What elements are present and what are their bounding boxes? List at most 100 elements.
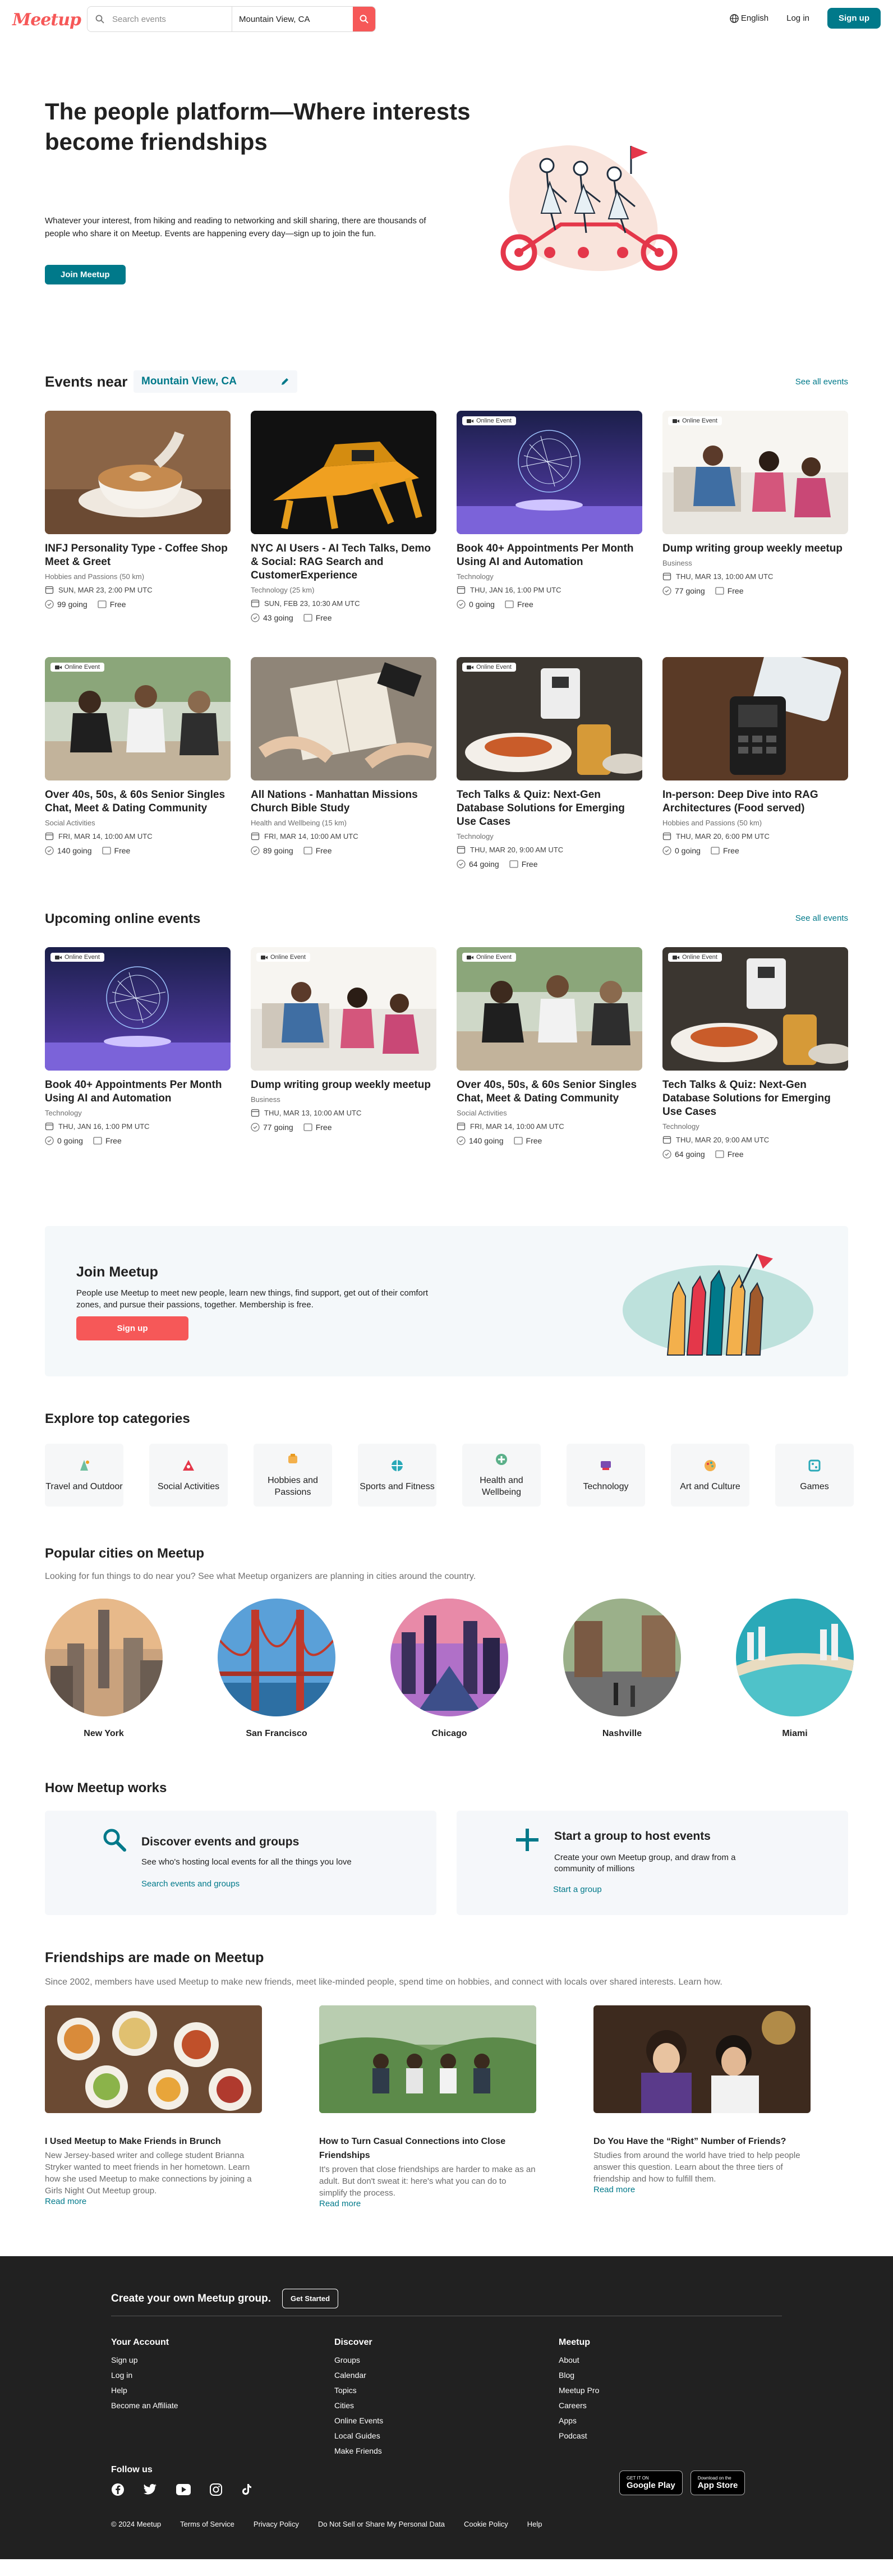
event-card[interactable]: In-person: Deep Dive into RAG Architectu…: [662, 657, 848, 869]
event-image[interactable]: Online Event: [457, 411, 642, 534]
event-image[interactable]: Online Event: [662, 411, 848, 534]
category-tile[interactable]: Sports and Fitness: [358, 1444, 436, 1507]
footer-bottom-link[interactable]: Help: [527, 2520, 542, 2528]
search-button[interactable]: [353, 7, 375, 31]
city-name[interactable]: Nashville: [563, 1729, 681, 1739]
city-card[interactable]: New York: [45, 1599, 163, 1739]
article-image[interactable]: [319, 2005, 536, 2113]
search-events-link[interactable]: Search events and groups: [141, 1879, 240, 1889]
city-name[interactable]: Miami: [736, 1729, 854, 1739]
footer-link[interactable]: Meetup Pro: [559, 2383, 599, 2398]
google-play-badge[interactable]: GET IT ON Google Play: [619, 2471, 683, 2495]
event-title[interactable]: Dump writing group weekly meetup: [251, 1078, 436, 1092]
category-tile[interactable]: Travel and Outdoor: [45, 1444, 123, 1507]
footer-bottom-link[interactable]: Cookie Policy: [464, 2520, 508, 2528]
see-all-events-link[interactable]: See all events: [795, 377, 848, 387]
footer-link[interactable]: About: [559, 2353, 599, 2368]
join-meetup-button[interactable]: Join Meetup: [45, 265, 126, 284]
city-image[interactable]: [218, 1599, 335, 1716]
footer-link[interactable]: Online Events: [334, 2413, 383, 2428]
city-image[interactable]: [563, 1599, 681, 1716]
event-title[interactable]: NYC AI Users - AI Tech Talks, Demo & Soc…: [251, 542, 436, 582]
event-card[interactable]: Online Event Dump writing group weekly me…: [251, 947, 436, 1159]
read-more-link[interactable]: Read more: [593, 2185, 635, 2194]
footer-link[interactable]: Local Guides: [334, 2428, 383, 2444]
language-selector[interactable]: English: [730, 13, 768, 23]
footer-link[interactable]: Log in: [111, 2368, 178, 2383]
event-image[interactable]: Online Event: [251, 947, 436, 1071]
event-title[interactable]: Over 40s, 50s, & 60s Senior Singles Chat…: [45, 788, 231, 815]
start-group-card[interactable]: Start a group to host events Create your…: [457, 1811, 848, 1915]
event-title[interactable]: Dump writing group weekly meetup: [662, 542, 848, 555]
article-image[interactable]: [593, 2005, 811, 2113]
event-image[interactable]: Online Event: [45, 657, 231, 780]
event-card[interactable]: Online Event Tech Talks & Quiz: Next-Gen …: [457, 657, 642, 869]
article-image[interactable]: [45, 2005, 262, 2113]
event-card[interactable]: Online Event Tech Talks & Quiz: Next-Gen …: [662, 947, 848, 1159]
event-image[interactable]: [45, 411, 231, 534]
footer-link[interactable]: Help: [111, 2383, 178, 2398]
category-tile[interactable]: Health and Wellbeing: [462, 1444, 541, 1507]
category-tile[interactable]: Art and Culture: [671, 1444, 749, 1507]
footer-bottom-link[interactable]: Do Not Sell or Share My Personal Data: [318, 2520, 445, 2528]
instagram-icon[interactable]: [210, 2483, 222, 2496]
category-tile[interactable]: Hobbies and Passions: [254, 1444, 332, 1507]
footer-link[interactable]: Topics: [334, 2383, 383, 2398]
footer-link[interactable]: Make Friends: [334, 2444, 383, 2459]
event-title[interactable]: Over 40s, 50s, & 60s Senior Singles Chat…: [457, 1078, 642, 1105]
facebook-icon[interactable]: [111, 2483, 125, 2496]
event-card[interactable]: NYC AI Users - AI Tech Talks, Demo & Soc…: [251, 411, 436, 622]
city-image[interactable]: [45, 1599, 163, 1716]
footer-link[interactable]: Sign up: [111, 2353, 178, 2368]
footer-bottom-link[interactable]: Terms of Service: [180, 2520, 234, 2528]
footer-link[interactable]: Podcast: [559, 2428, 599, 2444]
start-group-link[interactable]: Start a group: [553, 1885, 602, 1894]
event-image[interactable]: Online Event: [45, 947, 231, 1071]
footer-link[interactable]: Groups: [334, 2353, 383, 2368]
footer-link[interactable]: Cities: [334, 2398, 383, 2413]
get-started-button[interactable]: Get Started: [282, 2289, 339, 2308]
read-more-link[interactable]: Read more: [45, 2197, 86, 2206]
discover-card[interactable]: Discover events and groups See who's hos…: [45, 1811, 436, 1915]
event-image[interactable]: [662, 657, 848, 780]
event-title[interactable]: Book 40+ Appointments Per Month Using AI…: [45, 1078, 231, 1105]
event-card[interactable]: Online Event Over 40s, 50s, & 60s Senior …: [457, 947, 642, 1159]
event-image[interactable]: [251, 657, 436, 780]
tiktok-icon[interactable]: [241, 2483, 252, 2496]
event-image[interactable]: Online Event: [457, 657, 642, 780]
event-card[interactable]: All Nations - Manhattan Missions Church …: [251, 657, 436, 869]
event-title[interactable]: Tech Talks & Quiz: Next-Gen Database Sol…: [662, 1078, 848, 1119]
footer-link[interactable]: Apps: [559, 2413, 599, 2428]
meetup-logo[interactable]: Meetup: [12, 10, 81, 30]
footer-link[interactable]: Careers: [559, 2398, 599, 2413]
city-name[interactable]: Chicago: [390, 1729, 508, 1739]
search-input[interactable]: Search events: [88, 7, 232, 31]
footer-bottom-link[interactable]: Privacy Policy: [254, 2520, 299, 2528]
event-card[interactable]: Online Event Book 40+ Appointments Per Mo…: [457, 411, 642, 622]
city-image[interactable]: [736, 1599, 854, 1716]
event-image[interactable]: Online Event: [662, 947, 848, 1071]
location-chip[interactable]: Mountain View, CA: [134, 370, 297, 393]
city-image[interactable]: [390, 1599, 508, 1716]
footer-link[interactable]: Become an Affiliate: [111, 2398, 178, 2413]
city-name[interactable]: New York: [45, 1729, 163, 1739]
city-card[interactable]: San Francisco: [218, 1599, 335, 1739]
event-image[interactable]: [251, 411, 436, 534]
banner-signup-button[interactable]: Sign up: [76, 1316, 188, 1340]
see-all-online-link[interactable]: See all events: [795, 913, 848, 923]
article-title[interactable]: How to Turn Casual Connections into Clos…: [319, 2134, 536, 2162]
city-card[interactable]: Miami: [736, 1599, 854, 1739]
event-card[interactable]: Online Event Dump writing group weekly me…: [662, 411, 848, 622]
footer-link[interactable]: Blog: [559, 2368, 599, 2383]
category-tile[interactable]: Technology: [567, 1444, 645, 1507]
app-store-badge[interactable]: Download on the App Store: [690, 2471, 745, 2495]
city-card[interactable]: Nashville: [563, 1599, 681, 1739]
city-name[interactable]: San Francisco: [218, 1729, 335, 1739]
event-title[interactable]: Tech Talks & Quiz: Next-Gen Database Sol…: [457, 788, 642, 829]
location-input[interactable]: Mountain View, CA: [232, 7, 353, 31]
youtube-icon[interactable]: [176, 2484, 191, 2495]
event-image[interactable]: Online Event: [457, 947, 642, 1071]
city-card[interactable]: Chicago: [390, 1599, 508, 1739]
event-title[interactable]: INFJ Personality Type - Coffee Shop Meet…: [45, 542, 231, 569]
event-card[interactable]: Online Event Book 40+ Appointments Per Mo…: [45, 947, 231, 1159]
